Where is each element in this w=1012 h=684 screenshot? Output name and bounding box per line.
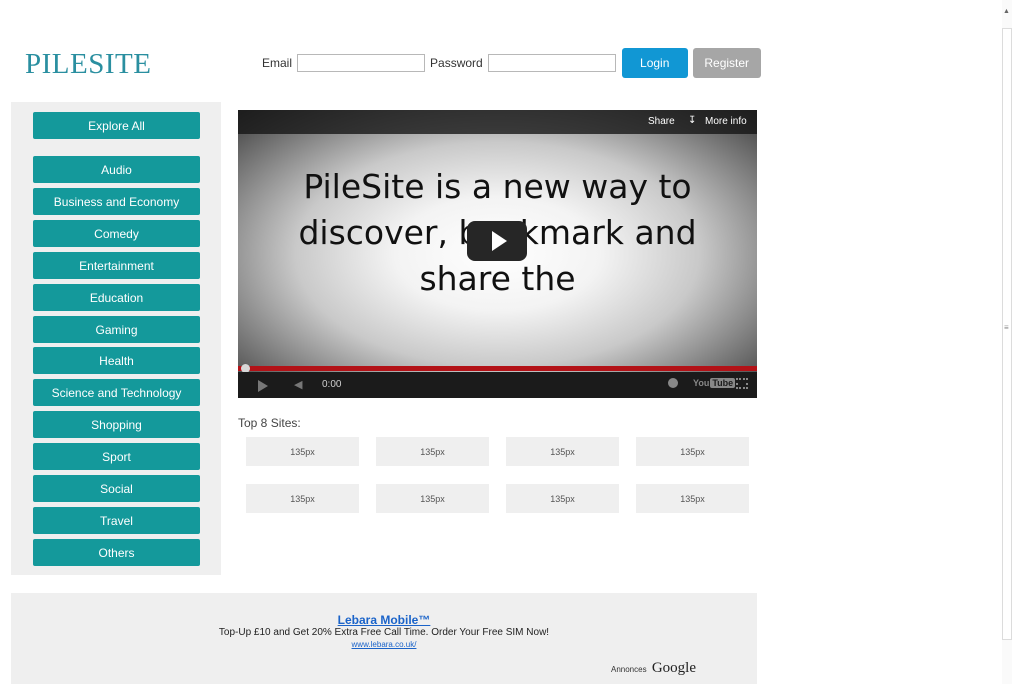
video-player[interactable]: Share ↧ More info PileSite is a new way … — [238, 110, 757, 398]
ad-attribution[interactable]: Annonces Google — [611, 660, 696, 677]
category-health[interactable]: Health — [33, 347, 200, 374]
play-button[interactable] — [467, 221, 527, 261]
ad-attribution-label: Annonces — [611, 665, 647, 674]
category-business-and-economy[interactable]: Business and Economy — [33, 188, 200, 215]
play-icon — [491, 231, 507, 251]
top-site-tile[interactable]: 135px — [246, 437, 359, 466]
video-time: 0:00 — [322, 379, 342, 390]
scrollbar-thumb[interactable] — [1002, 28, 1012, 640]
ad-title-link[interactable]: Lebara Mobile™ — [11, 613, 757, 627]
video-caption-line: share the — [419, 259, 576, 298]
register-button[interactable]: Register — [692, 48, 761, 78]
top-site-tile[interactable]: 135px — [246, 484, 359, 513]
email-field[interactable] — [297, 54, 426, 72]
category-entertainment[interactable]: Entertainment — [33, 252, 200, 279]
ad-text: Top-Up £10 and Get 20% Extra Free Call T… — [218, 627, 550, 638]
site-logo[interactable]: PILESITE — [25, 48, 151, 81]
video-share-button[interactable]: Share — [648, 116, 675, 127]
top-site-tile[interactable]: 135px — [376, 484, 489, 513]
ad-banner: Lebara Mobile™ Top-Up £10 and Get 20% Ex… — [11, 593, 757, 684]
top-sites-label: Top 8 Sites: — [238, 416, 301, 430]
top-site-tile[interactable]: 135px — [506, 484, 619, 513]
fullscreen-icon[interactable] — [736, 378, 748, 389]
category-sport[interactable]: Sport — [33, 443, 200, 470]
password-label: Password — [430, 56, 483, 70]
watch-later-icon[interactable] — [668, 378, 678, 388]
category-gaming[interactable]: Gaming — [33, 316, 200, 343]
category-others[interactable]: Others — [33, 539, 200, 566]
top-site-tile[interactable]: 135px — [376, 437, 489, 466]
control-play-icon[interactable] — [258, 380, 268, 392]
category-sidebar: Explore All Audio Business and Economy C… — [11, 102, 221, 575]
video-caption-line: PileSite is a new way to — [303, 167, 692, 206]
more-info-icon[interactable]: ↧ — [688, 115, 696, 126]
category-education[interactable]: Education — [33, 284, 200, 311]
password-field[interactable] — [487, 54, 616, 72]
video-progress-bar[interactable] — [238, 366, 757, 371]
top-site-tile[interactable]: 135px — [506, 437, 619, 466]
category-shopping[interactable]: Shopping — [33, 411, 200, 438]
login-button[interactable]: Login — [621, 48, 688, 78]
email-label: Email — [262, 56, 293, 70]
scroll-grip-icon: ≡ — [1004, 323, 1009, 332]
explore-all-button[interactable]: Explore All — [33, 112, 200, 139]
video-controls: ◀ 0:00 You Tube — [238, 372, 757, 398]
top-site-tile[interactable]: 135px — [636, 437, 749, 466]
scroll-up-icon[interactable]: ▲ — [1003, 8, 1010, 15]
youtube-logo-icon[interactable]: You Tube — [693, 378, 736, 388]
page-scrollbar[interactable]: ▲ ≡ — [1002, 0, 1012, 684]
google-logo: Google — [651, 660, 696, 676]
video-more-info-button[interactable]: More info — [705, 116, 747, 127]
login-form: Email Password Login Register — [262, 48, 761, 78]
ad-url-link[interactable]: www.lebara.co.uk/ — [11, 640, 757, 649]
category-audio[interactable]: Audio — [33, 156, 200, 183]
category-science-and-technology[interactable]: Science and Technology — [33, 379, 200, 406]
top-site-tile[interactable]: 135px — [636, 484, 749, 513]
category-social[interactable]: Social — [33, 475, 200, 502]
category-travel[interactable]: Travel — [33, 507, 200, 534]
volume-icon[interactable]: ◀ — [294, 378, 302, 391]
category-comedy[interactable]: Comedy — [33, 220, 200, 247]
video-topbar: Share ↧ More info — [238, 110, 757, 134]
